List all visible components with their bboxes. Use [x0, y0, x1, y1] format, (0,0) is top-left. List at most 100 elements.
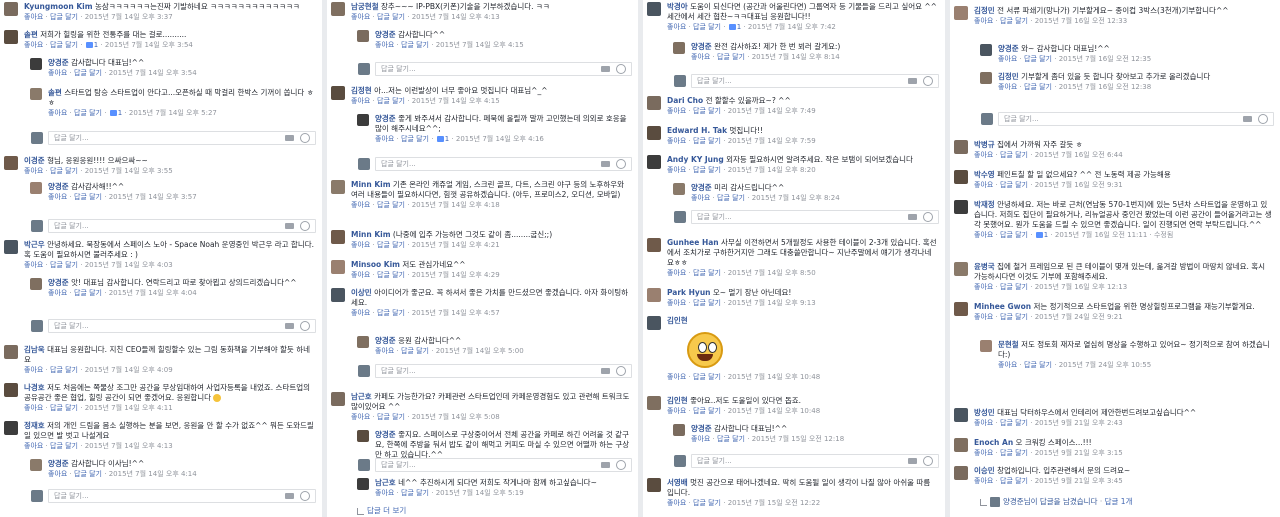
like-link[interactable]: 좋아요 [48, 109, 67, 117]
author-name[interactable]: 윤병국 [974, 262, 995, 271]
avatar[interactable] [357, 336, 369, 348]
comment-timestamp[interactable]: 2015년 7월 16일 오전 9:31 [1035, 181, 1123, 189]
reply-link[interactable]: 답글 달기 [693, 23, 721, 31]
reply-link[interactable]: 답글 달기 [377, 13, 405, 21]
author-name[interactable]: 이상민 [351, 288, 372, 297]
like-link[interactable]: 좋아요 [48, 193, 67, 201]
avatar[interactable] [357, 430, 369, 442]
avatar[interactable] [647, 288, 661, 302]
comment-timestamp[interactable]: 2015년 7월 14일 오후 4:16 [456, 135, 544, 143]
avatar[interactable] [357, 478, 369, 490]
reply-link[interactable]: 답글 달기 [50, 13, 78, 21]
avatar[interactable] [4, 421, 18, 435]
reply-link[interactable]: 답글 달기 [50, 366, 78, 374]
reply-link[interactable]: 답글 달기 [693, 269, 721, 277]
avatar[interactable] [980, 72, 992, 84]
avatar[interactable] [647, 155, 661, 169]
reply-link[interactable]: 답글 달기 [1024, 83, 1052, 91]
author-name[interactable]: 정재호 [24, 421, 45, 430]
comment-timestamp[interactable]: 2015년 7월 15일 오전 12:18 [752, 435, 844, 443]
avatar[interactable] [4, 383, 18, 397]
avatar[interactable] [4, 345, 18, 359]
reply-link[interactable]: 답글 달기 [74, 193, 102, 201]
author-name[interactable]: 양경준 [48, 182, 69, 191]
emoji-icon[interactable] [923, 456, 933, 466]
like-link[interactable]: 좋아요 [974, 17, 993, 25]
reply-link[interactable]: 답글 달기 [1000, 477, 1028, 485]
reply-link[interactable]: 답글 달기 [693, 137, 721, 145]
avatar[interactable] [954, 170, 968, 184]
avatar[interactable] [980, 44, 992, 56]
avatar[interactable] [331, 230, 345, 244]
author-name[interactable]: 김남욱 [24, 345, 45, 354]
reply-link[interactable]: 답글 달기 [693, 107, 721, 115]
comment-timestamp[interactable]: 2015년 7월 16일 오후 12:13 [1035, 283, 1127, 291]
reply-input-box[interactable]: 답글 달기... [358, 364, 632, 378]
like-link[interactable]: 좋아요 [351, 413, 370, 421]
comment-timestamp[interactable]: 2015년 7월 14일 오후 5:08 [412, 413, 500, 421]
reply-input-box[interactable]: 답글 달기... [31, 131, 316, 145]
emoji-icon[interactable] [300, 491, 310, 501]
reply-link[interactable]: 답글 달기 [1024, 361, 1052, 369]
comment-timestamp[interactable]: 2015년 7월 14일 오후 4:57 [412, 309, 500, 317]
avatar[interactable] [647, 396, 661, 410]
camera-icon[interactable] [908, 78, 917, 84]
reply-link[interactable]: 답글 달기 [377, 241, 405, 249]
comment-timestamp[interactable]: 2015년 7월 14일 오후 10:48 [728, 407, 820, 415]
avatar[interactable] [954, 302, 968, 316]
comment-timestamp[interactable]: 2015년 7월 14일 오후 3:37 [85, 13, 173, 21]
author-name[interactable]: Gunhee Han [667, 238, 719, 247]
emoji-icon[interactable] [300, 321, 310, 331]
comment-timestamp[interactable]: 2015년 7월 15일 오전 12:22 [728, 499, 820, 507]
author-name[interactable]: 양경준 [691, 183, 712, 192]
avatar[interactable] [4, 2, 18, 16]
like-link[interactable]: 좋아요 [351, 271, 370, 279]
reply-link[interactable]: 답글 달기 [377, 97, 405, 105]
comment-timestamp[interactable]: 2015년 7월 14일 오후 4:29 [412, 271, 500, 279]
avatar[interactable] [673, 424, 685, 436]
author-name[interactable]: Kyungmoon Kim [24, 2, 93, 11]
like-link[interactable]: 좋아요 [375, 489, 394, 497]
author-name[interactable]: 박재정 [974, 200, 995, 209]
comment-timestamp[interactable]: 2015년 7월 14일 오후 4:13 [412, 13, 500, 21]
reply-link[interactable]: 답글 달기 [1000, 17, 1028, 25]
like-link[interactable]: 좋아요 [998, 55, 1017, 63]
avatar[interactable] [647, 2, 661, 16]
reply-input-box[interactable]: 답글 달기... [358, 62, 632, 76]
comment-timestamp[interactable]: 2015년 7월 14일 오후 3:57 [109, 193, 197, 201]
avatar[interactable] [647, 478, 661, 492]
like-link[interactable]: 좋아요 [998, 83, 1017, 91]
comment-timestamp[interactable]: 2015년 7월 14일 오후 5:19 [436, 489, 524, 497]
reply-link[interactable]: 답글 달기 [74, 470, 102, 478]
author-name[interactable]: 양경준 [375, 336, 396, 345]
comment-timestamp[interactable]: 2015년 7월 14일 오후 3:54 [109, 69, 197, 77]
reply-link[interactable]: 답글 달기 [1000, 313, 1028, 321]
like-link[interactable]: 좋아요 [667, 166, 686, 174]
comment-timestamp[interactable]: 2015년 7월 14일 오후 3:55 [85, 167, 173, 175]
reply-link[interactable]: 답글 달기 [717, 53, 745, 61]
emoji-icon[interactable] [616, 366, 626, 376]
reply-input-box[interactable]: 답글 달기... [674, 454, 939, 468]
comment-timestamp[interactable]: 2015년 7월 14일 오후 4:21 [412, 241, 500, 249]
like-link[interactable]: 좋아요 [24, 261, 43, 269]
reply-link[interactable]: 답글 달기 [693, 407, 721, 415]
avatar[interactable] [357, 114, 369, 126]
camera-icon[interactable] [601, 161, 610, 167]
author-name[interactable]: Minn Kim [351, 180, 391, 189]
like-link[interactable]: 좋아요 [351, 201, 370, 209]
author-name[interactable]: 박근우 [24, 240, 45, 249]
comment-timestamp[interactable]: 2015년 7월 14일 오후 4:13 [85, 442, 173, 450]
comment-timestamp[interactable]: 2015년 7월 14일 오후 7:59 [728, 137, 816, 145]
avatar[interactable] [4, 30, 18, 44]
author-name[interactable]: 남근호 [375, 478, 396, 487]
camera-icon[interactable] [285, 223, 294, 229]
reply-input-box[interactable]: 답글 달기... [31, 489, 316, 503]
avatar[interactable] [647, 238, 661, 252]
reply-summary[interactable]: 양경준님이 답글을 남겼습니다 · 답글 1개 [980, 496, 1132, 507]
comment-timestamp[interactable]: 2015년 7월 16일 오전 12:33 [1035, 17, 1127, 25]
comment-timestamp[interactable]: 2015년 7월 14일 오후 8:14 [752, 53, 840, 61]
emoji-icon[interactable] [923, 212, 933, 222]
reply-link[interactable]: 답글 달기 [50, 41, 78, 49]
like-link[interactable]: 좋아요 [691, 435, 710, 443]
reply-input-box[interactable]: 답글 달기... [358, 157, 632, 171]
